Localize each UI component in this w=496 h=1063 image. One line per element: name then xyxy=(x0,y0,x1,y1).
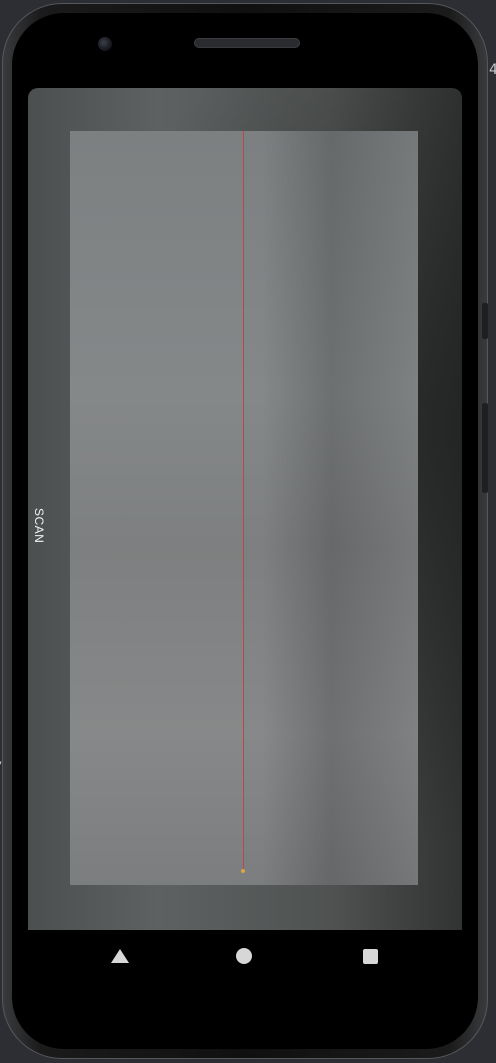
power-button xyxy=(482,403,488,493)
volume-button xyxy=(482,303,488,339)
camera-viewfinder[interactable] xyxy=(70,131,418,885)
scan-label-text: SCAN xyxy=(32,508,46,544)
scanner-screen[interactable]: SCAN xyxy=(28,88,462,930)
system-navigation-bar xyxy=(28,930,462,980)
earpiece-speaker xyxy=(194,38,300,48)
back-icon xyxy=(111,949,129,963)
emulator-stage: 4 ’ SCAN xyxy=(0,0,496,1063)
recents-button[interactable] xyxy=(360,946,380,966)
scan-laser-dot xyxy=(241,869,245,873)
back-button[interactable] xyxy=(110,946,130,966)
recents-icon xyxy=(362,948,378,964)
front-camera xyxy=(98,37,112,51)
edge-text-fragment: 4 xyxy=(489,62,496,78)
home-icon xyxy=(236,948,252,964)
home-button[interactable] xyxy=(234,946,254,966)
scan-laser-line xyxy=(243,131,244,873)
